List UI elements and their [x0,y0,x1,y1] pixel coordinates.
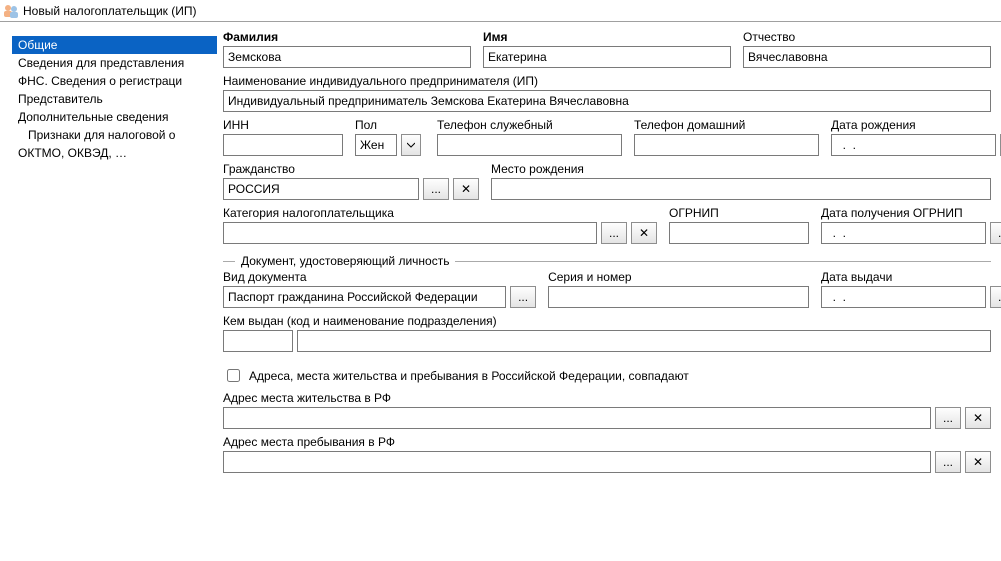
sidebar-item-oktmo[interactable]: ОКТМО, ОКВЭД, … [12,144,217,162]
addr-zhit-pick-button[interactable]: ... [935,407,961,429]
addr-preb-pick-button[interactable]: ... [935,451,961,473]
label-seria: Серия и номер [548,270,809,284]
label-data-ogrnip: Дата получения ОГРНИП [821,206,991,220]
grazhdanstvo-pick-button[interactable]: ... [423,178,449,200]
select-pol[interactable] [355,134,397,156]
input-dob[interactable] [831,134,996,156]
input-tel-sluzh[interactable] [437,134,622,156]
dropdown-pol-button[interactable] [401,134,421,156]
input-kategoria[interactable] [223,222,597,244]
input-tel-dom[interactable] [634,134,819,156]
input-data-ogrnip[interactable] [821,222,986,244]
form-area: Фамилия Имя Отчество Наименование индиви… [217,30,1001,561]
addr-preb-clear-button[interactable]: ✕ [965,451,991,473]
input-vid-doc[interactable] [223,286,506,308]
input-grazhdanstvo[interactable] [223,178,419,200]
addresses-match-input[interactable] [227,369,240,382]
grazhdanstvo-clear-button[interactable]: ✕ [453,178,479,200]
sidebar-item-fns[interactable]: ФНС. Сведения о регистраци [12,72,217,90]
input-otchestvo[interactable] [743,46,991,68]
label-mesto-rozhd: Место рождения [491,162,991,176]
input-kem-code[interactable] [223,330,293,352]
label-tel-sluzh: Телефон служебный [437,118,622,132]
sidebar-item-representative[interactable]: Представитель [12,90,217,108]
label-vid-doc: Вид документа [223,270,536,284]
sidebar-item-general[interactable]: Общие [12,36,217,54]
window: Новый налогоплательщик (ИП) Общие Сведен… [0,0,1001,561]
input-familia[interactable] [223,46,471,68]
input-ogrnip[interactable] [669,222,809,244]
addr-zhit-clear-button[interactable]: ✕ [965,407,991,429]
label-addr-preb: Адрес места пребывания в РФ [223,435,991,449]
sidebar-item-submission[interactable]: Сведения для представления [12,54,217,72]
sidebar-item-additional[interactable]: Дополнительные сведения [12,108,217,126]
group-id-document: Документ, удостоверяющий личность [223,254,991,268]
label-otchestvo: Отчество [743,30,991,44]
label-addr-zhit: Адрес места жительства в РФ [223,391,991,405]
label-kategoria: Категория налогоплательщика [223,206,657,220]
label-grazhdanstvo: Гражданство [223,162,479,176]
label-dob: Дата рождения [831,118,991,132]
label-familia: Фамилия [223,30,471,44]
label-fullname: Наименование индивидуального предпринима… [223,74,991,88]
vid-doc-pick-button[interactable]: ... [510,286,536,308]
data-ogrnip-pick-button[interactable]: ... [990,222,1001,244]
input-addr-zhit[interactable] [223,407,931,429]
window-title: Новый налогоплательщик (ИП) [23,4,196,18]
people-icon [3,3,19,19]
label-pol: Пол [355,118,425,132]
chevron-down-icon [407,141,415,149]
input-fullname[interactable] [223,90,991,112]
data-vydachi-pick-button[interactable]: ... [990,286,1001,308]
input-seria[interactable] [548,286,809,308]
titlebar: Новый налогоплательщик (ИП) [0,0,1001,22]
kategoria-pick-button[interactable]: ... [601,222,627,244]
input-mesto-rozhd[interactable] [491,178,991,200]
label-data-vydachi: Дата выдачи [821,270,991,284]
sidebar-item-tax-signs[interactable]: Признаки для налоговой о [12,126,217,144]
input-imya[interactable] [483,46,731,68]
label-inn: ИНН [223,118,343,132]
label-kem-vydan: Кем выдан (код и наименование подразделе… [223,314,991,328]
sidebar: Общие Сведения для представления ФНС. Св… [12,30,217,561]
label-imya: Имя [483,30,731,44]
input-inn[interactable] [223,134,343,156]
kategoria-clear-button[interactable]: ✕ [631,222,657,244]
input-data-vydachi[interactable] [821,286,986,308]
input-addr-preb[interactable] [223,451,931,473]
label-ogrnip: ОГРНИП [669,206,809,220]
input-kem-text[interactable] [297,330,991,352]
label-tel-dom: Телефон домашний [634,118,819,132]
addresses-match-checkbox[interactable]: Адреса, места жительства и пребывания в … [223,366,991,385]
addresses-match-label: Адреса, места жительства и пребывания в … [249,369,689,383]
